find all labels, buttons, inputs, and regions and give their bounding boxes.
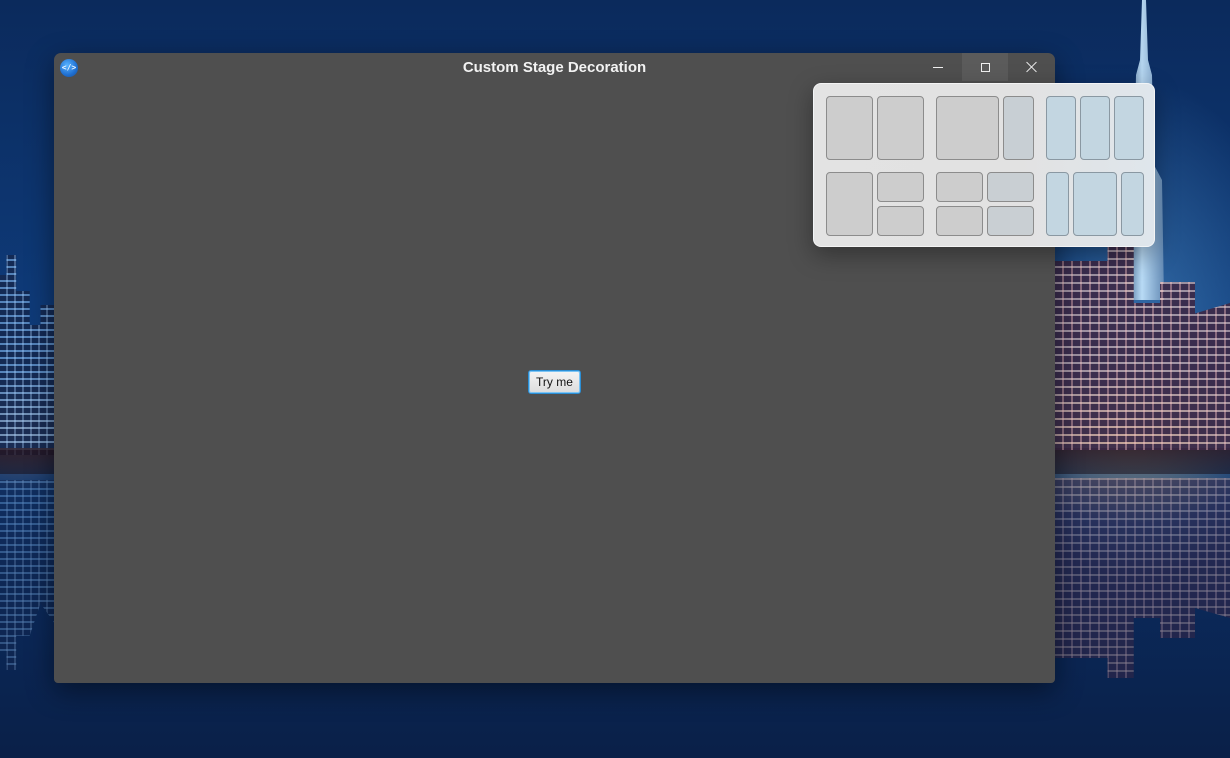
- wallpaper-city-left: [0, 255, 54, 455]
- snap-zone-right-top[interactable]: [877, 172, 924, 202]
- snap-zone-quadrant-bottom-left[interactable]: [936, 206, 983, 236]
- snap-zone-narrow-right[interactable]: [1003, 96, 1034, 160]
- snap-zone-left-column[interactable]: [826, 172, 873, 236]
- snap-zone-three-columns-left[interactable]: [1046, 96, 1076, 160]
- snap-zone-narrow-right-2[interactable]: [1121, 172, 1144, 236]
- snap-zone-two-columns-left[interactable]: [826, 96, 873, 160]
- window-title: Custom Stage Decoration: [462, 59, 647, 76]
- try-me-button[interactable]: Try me: [528, 370, 581, 394]
- snap-zone-quadrant-bottom-right[interactable]: [987, 206, 1034, 236]
- snap-zone-two-columns-right[interactable]: [877, 96, 924, 160]
- wallpaper-reflection-left: [0, 480, 54, 670]
- minimize-icon: [933, 66, 943, 68]
- close-icon: [1026, 61, 1038, 73]
- snap-zone-quadrant-top-right[interactable]: [987, 172, 1034, 202]
- close-button[interactable]: [1009, 53, 1055, 81]
- title-bar[interactable]: </> Custom Stage Decoration: [54, 53, 1055, 83]
- snap-zone-right-bottom[interactable]: [877, 206, 924, 236]
- snap-zone-quadrant-top-left[interactable]: [936, 172, 983, 202]
- wallpaper-reflection-right: [1055, 478, 1230, 678]
- maximize-icon: [980, 62, 990, 72]
- maximize-button[interactable]: [962, 53, 1008, 81]
- snap-zone-wide-center[interactable]: [1073, 172, 1117, 236]
- snap-zone-narrow-left[interactable]: [1046, 172, 1069, 236]
- snap-layouts-flyout: [813, 83, 1155, 247]
- snap-zone-three-columns-middle[interactable]: [1080, 96, 1110, 160]
- snap-zone-wide-left[interactable]: [936, 96, 999, 160]
- minimize-button[interactable]: [915, 53, 961, 81]
- snap-zone-three-columns-right[interactable]: [1114, 96, 1144, 160]
